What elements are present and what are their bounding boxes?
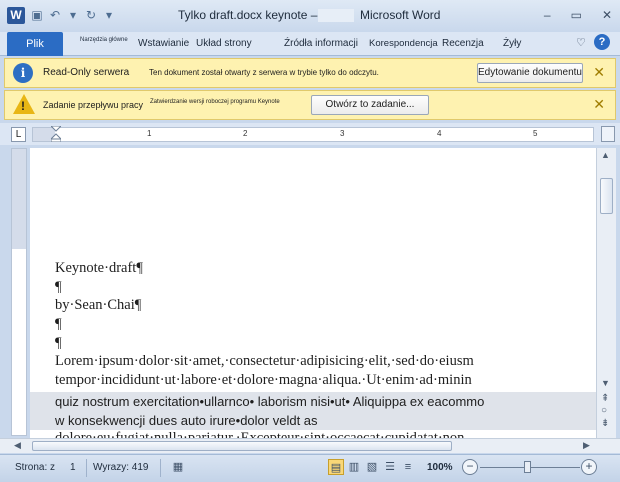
tab-file[interactable]: Plik (7, 32, 63, 56)
window-title-app: Microsoft Word (360, 8, 441, 22)
edit-document-button[interactable]: Edytowanie dokumentu (477, 63, 583, 83)
horizontal-scroll-thumb[interactable] (32, 441, 452, 451)
title-redacted-area (318, 9, 354, 22)
save-icon[interactable]: ▣ (30, 8, 44, 22)
paragraph-mark-line[interactable]: ¶ (55, 279, 62, 296)
horizontal-scrollbar[interactable]: ◀ ▶ (0, 438, 620, 453)
print-layout-view-icon[interactable]: ▤ (328, 459, 344, 475)
scroll-right-icon[interactable]: ▶ (583, 440, 590, 451)
previous-page-icon[interactable]: ⇞ (601, 393, 609, 404)
read-only-message-bar: i Read-Only serwera Ten dokument został … (4, 58, 616, 88)
outline-view-icon[interactable]: ☰ (382, 459, 398, 475)
open-task-button[interactable]: Otwórz to zadanie... (311, 95, 429, 115)
tab-page-layout[interactable]: Układ strony (196, 38, 252, 49)
next-page-icon[interactable]: ⇟ (601, 418, 609, 429)
word-app-icon[interactable]: W (7, 7, 25, 24)
customize-qat-icon[interactable]: ▾ (102, 8, 116, 22)
message-bar-text: Zatwierdzanie wersji roboczej programu K… (150, 99, 280, 105)
quick-access-toolbar: ▣ ↶ ▾ ↻ ▾ (30, 8, 116, 22)
message-bar-label: Read-Only serwera (43, 67, 130, 78)
browse-object-icon[interactable]: ○ (601, 405, 607, 416)
window-title-document: Tylko draft.docx keynote – (178, 8, 318, 22)
vertical-ruler[interactable] (11, 148, 27, 436)
full-screen-reading-icon[interactable]: ▥ (346, 459, 362, 475)
tab-mailings[interactable]: Korespondencja (369, 38, 438, 49)
undo-icon[interactable]: ↶ (48, 8, 62, 22)
tab-selector-button[interactable]: L (11, 127, 26, 142)
tab-review[interactable]: Recenzja (442, 38, 484, 49)
close-window-button[interactable]: ✕ (602, 8, 612, 22)
maximize-button[interactable]: ▭ (571, 8, 582, 22)
tab-references[interactable]: Źródła informacji (284, 38, 358, 49)
title-bar: W ▣ ↶ ▾ ↻ ▾ Tylko draft.docx keynote – M… (0, 0, 620, 32)
scroll-left-icon[interactable]: ◀ (14, 440, 21, 451)
status-bar: Strona: z 1 Wyrazy: 419 ▦ ▤ ▥ ▧ ☰ ≡ 100%… (0, 454, 620, 482)
close-message-bar-icon[interactable]: ✕ (593, 96, 605, 113)
indent-marker-icon[interactable] (51, 126, 61, 142)
ruler-number: 1 (147, 129, 152, 138)
page-indicator-number[interactable]: 1 (70, 462, 76, 473)
ruler-number: 4 (437, 129, 442, 138)
horizontal-ruler[interactable]: 1 2 3 4 5 (32, 126, 594, 142)
document-area[interactable]: Keynote·draft¶ ¶ by·Sean·Chai¶ ¶ ¶ Lorem… (30, 148, 596, 440)
tab-insert[interactable]: Wstawianie (138, 38, 189, 49)
author-line[interactable]: by·Sean·Chai¶ (55, 297, 141, 314)
view-ruler-icon[interactable] (601, 126, 615, 142)
word-count[interactable]: Wyrazy: 419 (93, 462, 148, 473)
tracked-change-line[interactable]: quiz nostrum exercitation•ullarnco• labo… (55, 394, 484, 409)
body-text-line[interactable]: Lorem·ipsum·dolor·sit·amet,·consectetur·… (55, 353, 474, 370)
ruler-number: 5 (533, 129, 538, 138)
warning-icon: ! (13, 94, 35, 114)
window-controls: – ▭ ✕ (544, 8, 612, 22)
workflow-message-bar: ! Zadanie przepływu pracy Zatwierdzanie … (4, 90, 616, 120)
web-layout-icon[interactable]: ▧ (364, 459, 380, 475)
zoom-slider-thumb[interactable] (524, 461, 531, 473)
info-icon: i (13, 63, 33, 83)
message-bar-text: Ten dokument został otwarty z serwera w … (149, 68, 379, 77)
minimize-button[interactable]: – (544, 8, 551, 22)
tab-view[interactable]: Żyły (503, 38, 521, 49)
zoom-in-button[interactable]: + (581, 459, 597, 475)
draft-view-icon[interactable]: ≡ (400, 459, 416, 475)
ribbon-tabs: Plik Narzędzia główne Wstawianie Układ s… (0, 32, 620, 56)
redo-icon[interactable]: ↻ (84, 8, 98, 22)
document-page[interactable]: Keynote·draft¶ ¶ by·Sean·Chai¶ ¶ ¶ Lorem… (30, 148, 596, 440)
vertical-scrollbar[interactable]: ▲ ▼ ⇞ ○ ⇟ (596, 148, 616, 440)
message-bar-label: Zadanie przepływu pracy (43, 100, 144, 110)
proofing-icon[interactable]: ▦ (170, 459, 186, 475)
zoom-level[interactable]: 100% (427, 462, 453, 473)
ruler-row: L 1 2 3 4 5 (0, 123, 620, 145)
close-message-bar-icon[interactable]: ✕ (593, 64, 605, 81)
scroll-up-icon[interactable]: ▲ (601, 150, 610, 160)
ruler-number: 2 (243, 129, 248, 138)
undo-dropdown-icon[interactable]: ▾ (66, 8, 80, 22)
help-icon[interactable]: ? (594, 34, 610, 50)
tracked-change-line[interactable]: w konsekwencji dues auto irure•dolor vel… (55, 413, 318, 428)
vertical-scroll-thumb[interactable] (600, 178, 613, 214)
tab-home[interactable]: Narzędzia główne (80, 37, 128, 43)
ruler-number: 3 (340, 129, 345, 138)
paragraph-mark-line[interactable]: ¶ (55, 335, 62, 352)
body-text-line[interactable]: tempor·incididunt·ut·labore·et·dolore·ma… (55, 372, 472, 389)
document-title-line[interactable]: Keynote·draft¶ (55, 260, 143, 277)
scroll-down-icon[interactable]: ▼ (601, 378, 610, 388)
paragraph-mark-line[interactable]: ¶ (55, 316, 62, 333)
page-indicator-label[interactable]: Strona: z (15, 462, 55, 473)
minimize-ribbon-icon[interactable]: ♡ (576, 36, 586, 49)
zoom-out-button[interactable]: − (462, 459, 478, 475)
